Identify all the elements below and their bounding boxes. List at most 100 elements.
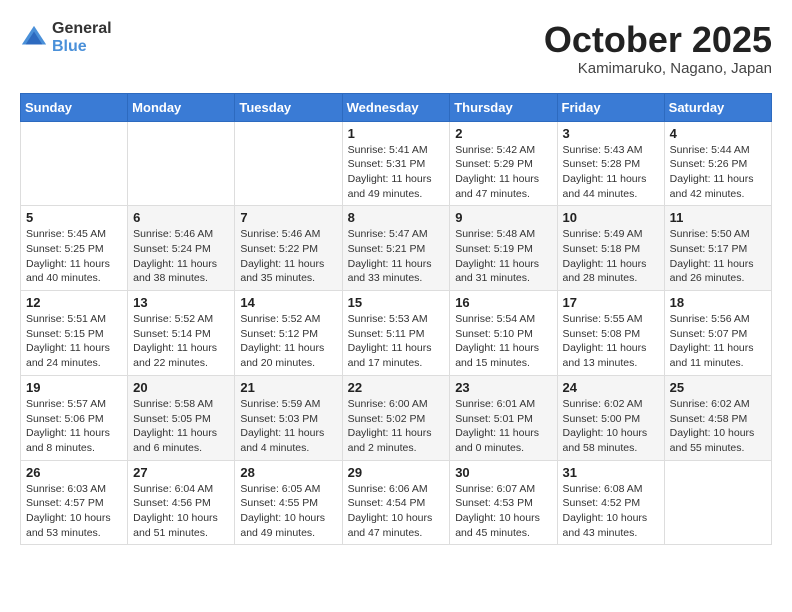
day-detail: Sunrise: 5:55 AM Sunset: 5:08 PM Dayligh… — [563, 312, 659, 371]
day-detail: Sunrise: 5:50 AM Sunset: 5:17 PM Dayligh… — [670, 227, 766, 286]
day-number: 9 — [455, 210, 551, 225]
day-number: 31 — [563, 465, 659, 480]
day-detail: Sunrise: 6:01 AM Sunset: 5:01 PM Dayligh… — [455, 397, 551, 456]
day-number: 17 — [563, 295, 659, 310]
weekday-header: Saturday — [664, 93, 771, 121]
calendar-cell: 28Sunrise: 6:05 AM Sunset: 4:55 PM Dayli… — [235, 460, 342, 545]
day-detail: Sunrise: 5:43 AM Sunset: 5:28 PM Dayligh… — [563, 143, 659, 202]
day-number: 11 — [670, 210, 766, 225]
weekday-header: Friday — [557, 93, 664, 121]
month-title: October 2025 — [544, 20, 772, 60]
day-number: 24 — [563, 380, 659, 395]
location: Kamimaruko, Nagano, Japan — [544, 60, 772, 77]
calendar-table: SundayMondayTuesdayWednesdayThursdayFrid… — [20, 93, 772, 546]
calendar-week-row: 19 Sunrise: 5:57 AM Sunset: 5:06 PM Dayli… — [21, 375, 772, 460]
day-detail: Sunrise: 5:46 AM Sunset: 5:22 PM Dayligh… — [240, 227, 336, 286]
calendar-cell: 21Sunrise: 5:59 AM Sunset: 5:03 PM Dayli… — [235, 375, 342, 460]
weekday-header: Thursday — [450, 93, 557, 121]
day-number: 16 — [455, 295, 551, 310]
day-number: 29 — [348, 465, 445, 480]
day-number: 19 — [26, 380, 122, 395]
calendar-week-row: 1 Sunrise: 5:41 AM Sunset: 5:31 PM Daylig… — [21, 121, 772, 206]
logo-icon — [20, 24, 48, 52]
day-detail: Sunrise: 5:47 AM Sunset: 5:21 PM Dayligh… — [348, 227, 445, 286]
day-detail: Sunrise: 6:05 AM Sunset: 4:55 PM Dayligh… — [240, 482, 336, 541]
calendar-cell: 23Sunrise: 6:01 AM Sunset: 5:01 PM Dayli… — [450, 375, 557, 460]
day-number: 5 — [26, 210, 122, 225]
title-block: October 2025 Kamimaruko, Nagano, Japan — [544, 20, 772, 77]
calendar-cell — [235, 121, 342, 206]
calendar-cell: 13Sunrise: 5:52 AM Sunset: 5:14 PM Dayli… — [128, 291, 235, 376]
calendar-cell: 16 Sunrise: 5:54 AM Sunset: 5:10 PM Dayli… — [450, 291, 557, 376]
day-number: 10 — [563, 210, 659, 225]
logo-general: General — [52, 20, 112, 38]
day-detail: Sunrise: 5:44 AM Sunset: 5:26 PM Dayligh… — [670, 143, 766, 202]
day-number: 8 — [348, 210, 445, 225]
day-detail: Sunrise: 5:42 AM Sunset: 5:29 PM Dayligh… — [455, 143, 551, 202]
day-detail: Sunrise: 6:02 AM Sunset: 5:00 PM Dayligh… — [563, 397, 659, 456]
page-header: General Blue October 2025 Kamimaruko, Na… — [20, 20, 772, 77]
calendar-week-row: 26 Sunrise: 6:03 AM Sunset: 4:57 PM Dayli… — [21, 460, 772, 545]
calendar-cell: 20Sunrise: 5:58 AM Sunset: 5:05 PM Dayli… — [128, 375, 235, 460]
day-detail: Sunrise: 5:49 AM Sunset: 5:18 PM Dayligh… — [563, 227, 659, 286]
calendar-cell: 17 Sunrise: 5:55 AM Sunset: 5:08 PM Dayli… — [557, 291, 664, 376]
weekday-header: Monday — [128, 93, 235, 121]
day-detail: Sunrise: 5:41 AM Sunset: 5:31 PM Dayligh… — [348, 143, 445, 202]
calendar-cell: 27 Sunrise: 6:04 AM Sunset: 4:56 PM Dayli… — [128, 460, 235, 545]
weekday-header: Wednesday — [342, 93, 450, 121]
day-detail: Sunrise: 6:03 AM Sunset: 4:57 PM Dayligh… — [26, 482, 122, 541]
day-number: 14 — [240, 295, 336, 310]
day-detail: Sunrise: 5:52 AM Sunset: 5:14 PM Dayligh… — [133, 312, 229, 371]
day-number: 27 — [133, 465, 229, 480]
day-detail: Sunrise: 6:00 AM Sunset: 5:02 PM Dayligh… — [348, 397, 445, 456]
calendar-cell: 25 Sunrise: 6:02 AM Sunset: 4:58 PM Dayli… — [664, 375, 771, 460]
calendar-cell: 2Sunrise: 5:42 AM Sunset: 5:29 PM Daylig… — [450, 121, 557, 206]
calendar-cell: 19 Sunrise: 5:57 AM Sunset: 5:06 PM Dayli… — [21, 375, 128, 460]
calendar-cell: 10 Sunrise: 5:49 AM Sunset: 5:18 PM Dayli… — [557, 206, 664, 291]
calendar-body: 1 Sunrise: 5:41 AM Sunset: 5:31 PM Daylig… — [21, 121, 772, 545]
calendar-cell: 3 Sunrise: 5:43 AM Sunset: 5:28 PM Daylig… — [557, 121, 664, 206]
calendar-cell: 12Sunrise: 5:51 AM Sunset: 5:15 PM Dayli… — [21, 291, 128, 376]
calendar-cell: 18 Sunrise: 5:56 AM Sunset: 5:07 PM Dayli… — [664, 291, 771, 376]
day-detail: Sunrise: 5:53 AM Sunset: 5:11 PM Dayligh… — [348, 312, 445, 371]
calendar-cell: 4Sunrise: 5:44 AM Sunset: 5:26 PM Daylig… — [664, 121, 771, 206]
day-detail: Sunrise: 5:45 AM Sunset: 5:25 PM Dayligh… — [26, 227, 122, 286]
day-detail: Sunrise: 6:04 AM Sunset: 4:56 PM Dayligh… — [133, 482, 229, 541]
day-number: 6 — [133, 210, 229, 225]
day-number: 30 — [455, 465, 551, 480]
day-detail: Sunrise: 6:02 AM Sunset: 4:58 PM Dayligh… — [670, 397, 766, 456]
calendar-cell: 30Sunrise: 6:07 AM Sunset: 4:53 PM Dayli… — [450, 460, 557, 545]
calendar-cell: 31 Sunrise: 6:08 AM Sunset: 4:52 PM Dayli… — [557, 460, 664, 545]
calendar-cell: 1 Sunrise: 5:41 AM Sunset: 5:31 PM Daylig… — [342, 121, 450, 206]
day-number: 25 — [670, 380, 766, 395]
calendar-week-row: 12Sunrise: 5:51 AM Sunset: 5:15 PM Dayli… — [21, 291, 772, 376]
calendar-cell: 24 Sunrise: 6:02 AM Sunset: 5:00 PM Dayli… — [557, 375, 664, 460]
calendar-cell: 6 Sunrise: 5:46 AM Sunset: 5:24 PM Daylig… — [128, 206, 235, 291]
day-number: 15 — [348, 295, 445, 310]
calendar-cell: 14Sunrise: 5:52 AM Sunset: 5:12 PM Dayli… — [235, 291, 342, 376]
day-detail: Sunrise: 5:51 AM Sunset: 5:15 PM Dayligh… — [26, 312, 122, 371]
day-detail: Sunrise: 5:57 AM Sunset: 5:06 PM Dayligh… — [26, 397, 122, 456]
day-detail: Sunrise: 6:08 AM Sunset: 4:52 PM Dayligh… — [563, 482, 659, 541]
day-detail: Sunrise: 5:48 AM Sunset: 5:19 PM Dayligh… — [455, 227, 551, 286]
day-number: 26 — [26, 465, 122, 480]
calendar-cell: 15 Sunrise: 5:53 AM Sunset: 5:11 PM Dayli… — [342, 291, 450, 376]
calendar-cell: 5 Sunrise: 5:45 AM Sunset: 5:25 PM Daylig… — [21, 206, 128, 291]
calendar-week-row: 5 Sunrise: 5:45 AM Sunset: 5:25 PM Daylig… — [21, 206, 772, 291]
calendar-cell — [21, 121, 128, 206]
calendar-cell: 11 Sunrise: 5:50 AM Sunset: 5:17 PM Dayli… — [664, 206, 771, 291]
day-detail: Sunrise: 5:59 AM Sunset: 5:03 PM Dayligh… — [240, 397, 336, 456]
day-detail: Sunrise: 5:56 AM Sunset: 5:07 PM Dayligh… — [670, 312, 766, 371]
day-number: 18 — [670, 295, 766, 310]
weekday-header: Tuesday — [235, 93, 342, 121]
day-number: 1 — [348, 126, 445, 141]
day-detail: Sunrise: 5:54 AM Sunset: 5:10 PM Dayligh… — [455, 312, 551, 371]
calendar-cell: 22 Sunrise: 6:00 AM Sunset: 5:02 PM Dayli… — [342, 375, 450, 460]
day-number: 22 — [348, 380, 445, 395]
day-number: 3 — [563, 126, 659, 141]
day-detail: Sunrise: 5:46 AM Sunset: 5:24 PM Dayligh… — [133, 227, 229, 286]
day-detail: Sunrise: 5:58 AM Sunset: 5:05 PM Dayligh… — [133, 397, 229, 456]
calendar-cell: 29Sunrise: 6:06 AM Sunset: 4:54 PM Dayli… — [342, 460, 450, 545]
calendar-cell: 7Sunrise: 5:46 AM Sunset: 5:22 PM Daylig… — [235, 206, 342, 291]
logo-text: General Blue — [52, 20, 112, 55]
